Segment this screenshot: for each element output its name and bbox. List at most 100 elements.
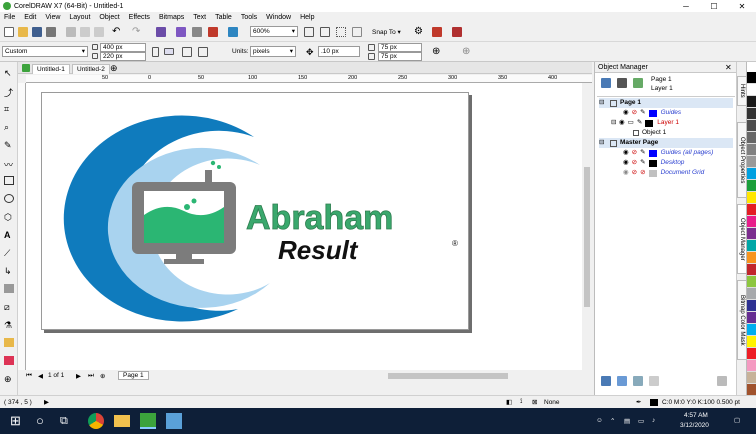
open-folder-icon[interactable] <box>18 27 28 37</box>
visibility-eye-icon[interactable]: ◉ <box>623 168 629 178</box>
chrome-icon[interactable] <box>88 413 104 429</box>
taskbar-time[interactable]: 4:57 AM <box>684 412 708 419</box>
color-swatch[interactable] <box>747 180 756 192</box>
minimize-button[interactable]: ─ <box>672 0 700 12</box>
visibility-eye-icon[interactable]: ◉ <box>623 148 629 158</box>
new-master-layer-odd-icon[interactable] <box>649 376 659 386</box>
color-swatch[interactable] <box>747 228 756 240</box>
show-object-properties-icon[interactable] <box>633 78 643 88</box>
outline-pen-icon[interactable]: ✒ <box>636 398 641 406</box>
artistic-media-tool-icon[interactable]: 〰 <box>4 158 14 170</box>
show-guidelines-icon[interactable] <box>352 27 362 37</box>
color-swatch[interactable] <box>747 192 756 204</box>
fill-eyedropper-icon[interactable]: ⟟ <box>520 398 522 406</box>
color-swatch[interactable] <box>747 252 756 264</box>
color-swatch[interactable] <box>747 84 756 96</box>
menu-table[interactable]: Table <box>215 14 232 21</box>
cut-icon[interactable] <box>66 27 76 37</box>
prev-page-button[interactable]: ◀ <box>38 372 43 380</box>
lock-icon[interactable]: ✎ <box>640 158 645 168</box>
parallel-dimension-tool-icon[interactable]: ⟋ <box>4 248 14 258</box>
full-screen-icon[interactable] <box>304 27 314 37</box>
tree-master-page[interactable]: ⊟ Master Page <box>599 138 733 148</box>
tree-guides-all-pages[interactable]: ◉ ⊘ ✎ Guides (all pages) <box>623 148 713 158</box>
copy-icon[interactable] <box>80 27 90 37</box>
horizontal-scroll-thumb[interactable] <box>388 373 508 379</box>
tree-page-1[interactable]: ⊟ Page 1 <box>599 98 733 108</box>
delete-icon[interactable] <box>717 376 727 386</box>
play-icon[interactable]: ▶ <box>44 398 49 406</box>
menu-text[interactable]: Text <box>193 14 206 21</box>
collapse-icon[interactable]: ⊟ <box>611 118 619 128</box>
color-swatch[interactable] <box>747 120 756 132</box>
lock-icon[interactable]: ⊘ <box>640 168 645 178</box>
new-tab-icon[interactable]: ⊕ <box>110 64 120 74</box>
freehand-tool-icon[interactable]: ✎ <box>4 140 14 150</box>
paste-icon[interactable] <box>94 27 104 37</box>
vertical-scroll-thumb[interactable] <box>584 167 590 307</box>
lock-icon[interactable]: ✎ <box>637 118 642 128</box>
color-swatch[interactable] <box>747 96 756 108</box>
color-swatch[interactable] <box>747 348 756 360</box>
color-swatch[interactable] <box>747 372 756 384</box>
current-page-icon[interactable] <box>198 47 208 57</box>
color-swatch[interactable] <box>747 336 756 348</box>
visibility-eye-icon[interactable]: ◉ <box>623 158 629 168</box>
color-swatch[interactable] <box>747 204 756 216</box>
drop-shadow-tool-icon[interactable] <box>4 284 14 293</box>
new-master-layer-icon[interactable] <box>617 376 627 386</box>
docker-close-icon[interactable]: ✕ <box>725 63 735 73</box>
print-icon[interactable] <box>46 27 56 37</box>
redo-icon[interactable]: ↷ <box>132 27 142 37</box>
eyedropper-tool-icon[interactable]: ⚗ <box>4 320 14 330</box>
units-select[interactable]: pixels ▾ <box>250 46 296 57</box>
shape-tool-icon[interactable]: ⤴ <box>4 86 14 98</box>
menu-object[interactable]: Object <box>99 14 119 21</box>
snap-to-dropdown[interactable]: Snap To ▾ <box>372 28 401 36</box>
color-swatch[interactable] <box>747 324 756 336</box>
print-disabled-icon[interactable]: ⊘ <box>632 108 637 118</box>
tree-guides[interactable]: ◉ ⊘ ✎ Guides <box>623 108 681 118</box>
menu-window[interactable]: Window <box>266 14 291 21</box>
menu-layout[interactable]: Layout <box>69 14 90 21</box>
show-grid-icon[interactable] <box>336 27 346 37</box>
color-swatch[interactable] <box>747 276 756 288</box>
page-width-input[interactable]: 400 px <box>100 43 146 52</box>
file-explorer-icon[interactable] <box>114 415 130 427</box>
interactive-fill-tool-icon[interactable] <box>4 338 14 347</box>
add-icon[interactable]: ⊕ <box>462 47 472 57</box>
nudge-distance-input[interactable]: .10 px <box>318 46 360 57</box>
quick-customize-icon[interactable]: ⊕ <box>432 47 442 57</box>
color-swatch[interactable] <box>747 156 756 168</box>
page-height-input[interactable]: 220 px <box>100 52 146 61</box>
color-swatch[interactable] <box>747 360 756 372</box>
logo-artwork[interactable]: Abraham Result ® <box>42 93 470 331</box>
tab-untitled-2[interactable]: Untitled-2 <box>72 64 110 74</box>
duplicate-y-input[interactable]: 75 px <box>378 52 422 61</box>
color-swatch[interactable] <box>747 168 756 180</box>
close-button[interactable]: ✕ <box>728 0 756 12</box>
application-launcher-icon[interactable] <box>432 27 442 37</box>
task-view-icon[interactable]: ⧉ <box>60 413 76 429</box>
landscape-icon[interactable] <box>164 48 174 55</box>
tray-people-icon[interactable]: ☺ <box>596 417 603 424</box>
tree-layer-1[interactable]: ⊟ ◉ ▭ ✎ Layer 1 <box>611 118 679 128</box>
zoom-tool-icon[interactable]: ⌕ <box>4 122 14 132</box>
transparency-tool-icon[interactable]: ⧄ <box>4 302 14 312</box>
publish-pdf-icon[interactable] <box>208 27 218 37</box>
color-swatch[interactable] <box>747 240 756 252</box>
options-icon[interactable]: ⚙ <box>414 27 424 37</box>
undo-icon[interactable]: ↶ <box>112 27 122 37</box>
color-swatch[interactable] <box>747 264 756 276</box>
crop-tool-icon[interactable]: ⌗ <box>4 104 14 114</box>
color-swatch[interactable] <box>747 108 756 120</box>
lock-icon[interactable]: ✎ <box>640 108 645 118</box>
color-swatch[interactable] <box>747 216 756 228</box>
tray-volume-icon[interactable]: ♪ <box>652 417 655 424</box>
export-icon[interactable] <box>192 27 202 37</box>
save-icon[interactable] <box>32 27 42 37</box>
last-page-button[interactable]: ⏭ <box>88 372 94 380</box>
all-pages-icon[interactable] <box>182 47 192 57</box>
collapse-icon[interactable]: ⊟ <box>599 98 607 108</box>
menu-help[interactable]: Help <box>300 14 314 21</box>
